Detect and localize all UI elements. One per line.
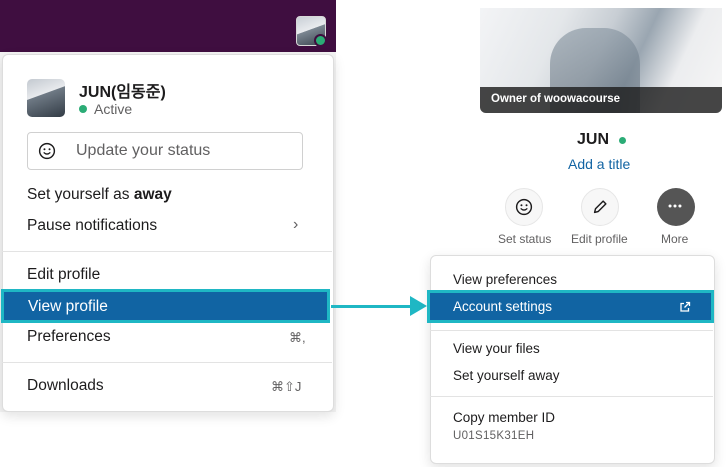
chevron-right-icon: › bbox=[293, 216, 299, 233]
downloads-shortcut: ⌘⇧J bbox=[271, 379, 302, 394]
presence-status: Active bbox=[79, 101, 132, 117]
menu-divider bbox=[2, 362, 332, 363]
active-dot-icon bbox=[619, 137, 626, 144]
presence-label: Active bbox=[94, 101, 133, 117]
preferences-shortcut: ⌘, bbox=[289, 330, 306, 345]
set-away-menu-item[interactable]: Set yourself away bbox=[453, 368, 560, 383]
account-settings-menu-item[interactable]: Account settings bbox=[427, 290, 714, 323]
member-id: U01S15K31EH bbox=[453, 430, 535, 442]
profile-name: JUN bbox=[577, 131, 610, 148]
external-link-icon bbox=[680, 301, 691, 312]
set-status-button[interactable] bbox=[505, 188, 543, 226]
profile-avatar bbox=[27, 79, 65, 117]
user-avatar-button[interactable] bbox=[296, 16, 327, 47]
user-name: JUN(임동준) bbox=[79, 84, 166, 101]
workspace-top-bar bbox=[0, 0, 336, 52]
set-status-label: Set status bbox=[498, 232, 552, 246]
smile-icon bbox=[515, 198, 533, 216]
downloads-menu-item[interactable]: Downloads bbox=[27, 377, 104, 395]
edit-profile-button[interactable] bbox=[581, 188, 619, 226]
view-files-menu-item[interactable]: View your files bbox=[453, 341, 540, 356]
photo-caption: Owner of woowacourse bbox=[491, 93, 621, 105]
more-label: More bbox=[661, 232, 689, 246]
menu-divider bbox=[430, 396, 713, 397]
view-profile-menu-item[interactable]: View profile bbox=[1, 289, 330, 323]
pencil-icon bbox=[593, 200, 607, 214]
annotation-arrow-line bbox=[331, 305, 413, 308]
presence-dot bbox=[314, 34, 327, 47]
pause-notifications-menu-item[interactable]: Pause notifications bbox=[27, 217, 157, 235]
copy-member-id-menu-item[interactable]: Copy member ID bbox=[453, 410, 555, 425]
status-placeholder: Update your status bbox=[76, 142, 211, 159]
menu-divider bbox=[430, 330, 713, 331]
smile-icon bbox=[38, 142, 56, 160]
set-away-prefix: Set yourself as bbox=[27, 186, 134, 203]
set-away-menu-item[interactable]: Set yourself as away bbox=[27, 186, 172, 204]
edit-profile-label: Edit profile bbox=[571, 232, 628, 246]
add-title-link[interactable]: Add a title bbox=[568, 156, 630, 172]
ellipsis-icon bbox=[668, 204, 682, 208]
active-dot-icon bbox=[79, 105, 87, 114]
profile-photo: Owner of woowacourse bbox=[480, 8, 722, 113]
annotation-arrow-head bbox=[410, 296, 427, 316]
set-away-bold: away bbox=[133, 186, 172, 203]
menu-divider bbox=[2, 251, 332, 252]
view-profile-label: View profile bbox=[28, 298, 108, 315]
preferences-menu-item[interactable]: Preferences bbox=[27, 328, 111, 346]
view-preferences-menu-item[interactable]: View preferences bbox=[453, 272, 557, 287]
more-button[interactable] bbox=[657, 188, 695, 226]
edit-profile-menu-item[interactable]: Edit profile bbox=[27, 266, 100, 284]
account-settings-label: Account settings bbox=[453, 299, 553, 314]
update-status-input[interactable]: Update your status bbox=[27, 132, 303, 170]
photo-caption-bar: Owner of woowacourse bbox=[480, 87, 722, 113]
